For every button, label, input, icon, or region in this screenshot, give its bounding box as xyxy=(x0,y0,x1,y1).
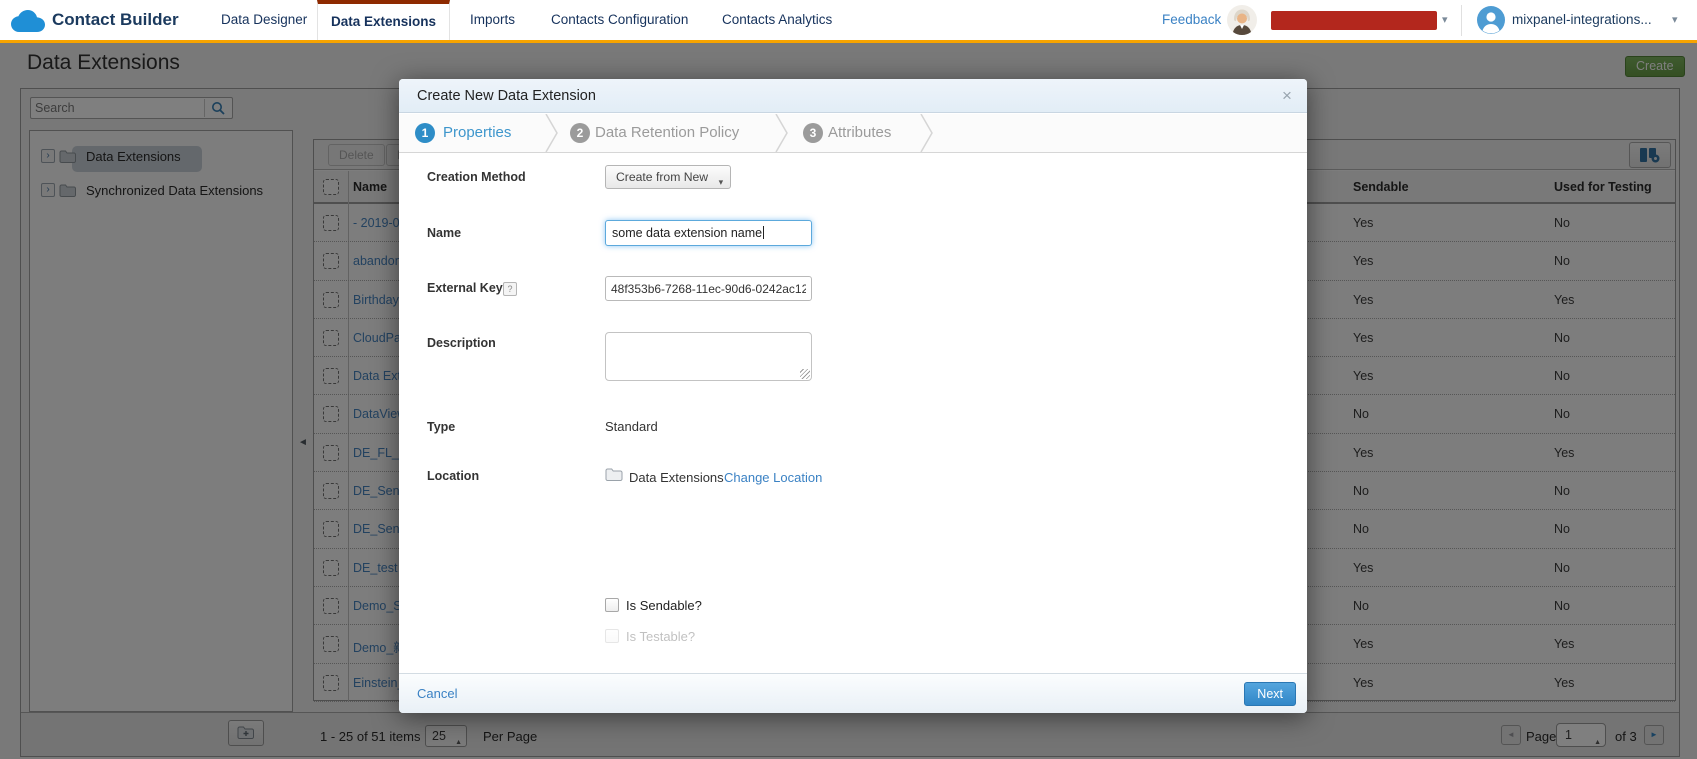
folder-icon xyxy=(605,468,623,487)
nav-item-imports[interactable]: Imports xyxy=(470,0,515,40)
screen: Contact Builder Data Designer Data Exten… xyxy=(0,0,1697,759)
is-sendable-label[interactable]: Is Sendable? xyxy=(626,598,702,613)
cloud-logo-icon xyxy=(10,9,46,38)
feedback-link[interactable]: Feedback xyxy=(1162,0,1221,40)
modal-footer: Cancel Next xyxy=(399,673,1307,713)
user-avatar-icon[interactable] xyxy=(1477,6,1505,39)
nav-item-contacts-configuration[interactable]: Contacts Configuration xyxy=(551,0,688,40)
text-cursor xyxy=(763,226,764,239)
step-3-badge: 3 xyxy=(803,123,823,143)
caret-down-icon[interactable]: ▾ xyxy=(1442,0,1448,40)
einstein-avatar[interactable] xyxy=(1227,5,1257,40)
step-chevron-icon xyxy=(920,114,934,157)
change-location-link[interactable]: Change Location xyxy=(724,470,822,485)
external-key-input[interactable] xyxy=(605,276,812,301)
modal-body: Creation Method Create from New ▾ Name s… xyxy=(399,154,1307,673)
name-value: some data extension name xyxy=(612,226,762,240)
description-label: Description xyxy=(427,336,496,350)
step-chevron-icon xyxy=(545,114,559,157)
name-label: Name xyxy=(427,226,461,240)
navbar-divider xyxy=(1461,5,1462,36)
location-value: Data Extensions xyxy=(629,470,724,485)
next-button[interactable]: Next xyxy=(1244,682,1296,706)
description-field xyxy=(605,332,812,381)
external-key-label: External Key xyxy=(427,281,503,295)
step-data-retention-policy[interactable]: Data Retention Policy xyxy=(595,114,739,152)
step-1-badge: 1 xyxy=(415,123,435,143)
is-sendable-checkbox[interactable] xyxy=(605,598,619,612)
wizard-steps: 1 Properties 2 Data Retention Policy 3 A… xyxy=(399,114,1307,153)
account-caret-down-icon[interactable]: ▾ xyxy=(1672,0,1678,40)
top-navbar: Contact Builder Data Designer Data Exten… xyxy=(0,0,1697,43)
account-menu[interactable]: mixpanel-integrations... xyxy=(1512,0,1652,40)
is-testable-label: Is Testable? xyxy=(626,629,695,644)
nav-item-contacts-analytics[interactable]: Contacts Analytics xyxy=(722,0,832,40)
page-content: Data Extensions Create › Data Extensions… xyxy=(0,43,1697,759)
close-icon[interactable]: × xyxy=(1277,86,1297,106)
step-attributes[interactable]: Attributes xyxy=(828,114,891,152)
modal-title: Create New Data Extension xyxy=(417,79,596,113)
redacted-badge xyxy=(1271,11,1437,30)
nav-item-data-extensions[interactable]: Data Extensions xyxy=(317,0,450,40)
name-input[interactable]: some data extension name xyxy=(605,220,812,246)
caret-down-icon: ▾ xyxy=(719,171,724,193)
help-icon[interactable]: ? xyxy=(503,282,517,296)
cancel-link[interactable]: Cancel xyxy=(417,674,457,714)
creation-method-value: Create from New xyxy=(616,170,708,184)
modal-header: Create New Data Extension × xyxy=(399,79,1307,113)
location-label: Location xyxy=(427,469,479,483)
step-properties[interactable]: Properties xyxy=(443,114,511,152)
resize-grip-icon[interactable] xyxy=(800,369,810,379)
app-title: Contact Builder xyxy=(52,0,179,40)
is-testable-checkbox xyxy=(605,629,619,643)
step-2-badge: 2 xyxy=(570,123,590,143)
type-value: Standard xyxy=(605,419,658,434)
creation-method-label: Creation Method xyxy=(427,170,526,184)
description-textarea[interactable] xyxy=(605,332,812,381)
step-chevron-icon xyxy=(775,114,789,157)
nav-item-data-designer[interactable]: Data Designer xyxy=(221,0,307,40)
create-data-extension-modal: Create New Data Extension × 1 Properties… xyxy=(399,79,1307,713)
creation-method-dropdown[interactable]: Create from New ▾ xyxy=(605,165,731,189)
type-label: Type xyxy=(427,420,455,434)
